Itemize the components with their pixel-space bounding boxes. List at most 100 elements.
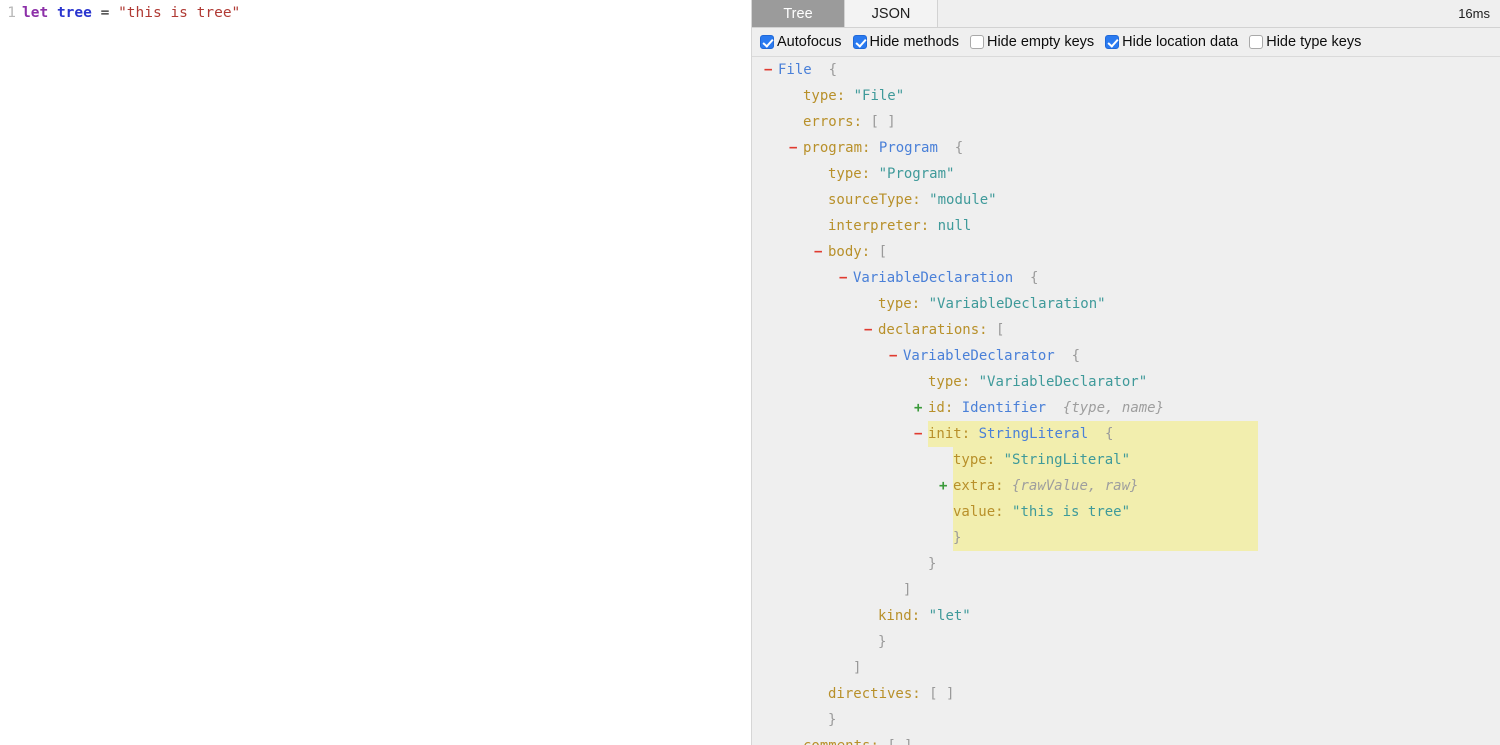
ast-tree-row[interactable]: type: "File" bbox=[752, 83, 1500, 109]
ast-key: body bbox=[828, 244, 862, 260]
code-editor-empty-area[interactable] bbox=[0, 26, 751, 745]
ast-value: "StringLiteral" bbox=[1003, 452, 1131, 468]
ast-node-type: StringLiteral bbox=[978, 426, 1089, 442]
ast-row-content[interactable]: interpreter: null bbox=[814, 213, 971, 239]
collapse-toggle-icon[interactable]: − bbox=[864, 317, 878, 343]
ast-row-content[interactable]: type: "VariableDeclaration" bbox=[864, 291, 1106, 317]
code-line-content[interactable]: let tree = "this is tree" bbox=[22, 0, 751, 26]
ast-tree-row[interactable]: + id: Identifier {type, name} bbox=[752, 395, 1500, 421]
ast-tree-row[interactable]: − body: [ bbox=[752, 239, 1500, 265]
ast-key-colon: : bbox=[961, 426, 971, 442]
ast-row-content[interactable]: − declarations: [ bbox=[864, 317, 1004, 343]
ast-row-content[interactable]: + id: Identifier {type, name} bbox=[914, 395, 1164, 421]
code-editor-pane[interactable]: 1 let tree = "this is tree" bbox=[0, 0, 752, 745]
ast-row-content[interactable]: } bbox=[914, 551, 936, 577]
collapse-toggle-icon[interactable]: − bbox=[839, 265, 853, 291]
option-hide-empty-keys[interactable]: Hide empty keys bbox=[969, 34, 1094, 50]
collapse-toggle-icon[interactable]: − bbox=[764, 57, 778, 83]
checkbox-hide-empty-keys-unchecked-icon[interactable] bbox=[969, 35, 984, 49]
line-number: 1 bbox=[7, 5, 16, 21]
ast-tree-row[interactable]: type: "VariableDeclarator" bbox=[752, 369, 1500, 395]
ast-key-colon: : bbox=[986, 452, 996, 468]
ast-tree-row[interactable]: − declarations: [ bbox=[752, 317, 1500, 343]
ast-row-content[interactable]: ] bbox=[889, 577, 911, 603]
option-hide-methods[interactable]: Hide methods bbox=[852, 34, 959, 50]
checkbox-hide-type-keys-unchecked-icon[interactable] bbox=[1249, 35, 1264, 49]
ast-tree-row[interactable]: comments: [ ] bbox=[752, 733, 1500, 745]
collapse-toggle-icon[interactable]: − bbox=[814, 239, 828, 265]
expand-toggle-icon[interactable]: + bbox=[939, 473, 953, 499]
ast-row-content[interactable]: type: "VariableDeclarator" bbox=[914, 369, 1147, 395]
ast-bracket: [ ] bbox=[887, 738, 912, 745]
ast-bracket: { bbox=[1030, 270, 1039, 286]
ast-tree-row[interactable]: directives: [ ] bbox=[752, 681, 1500, 707]
ast-tree-row[interactable]: − File { bbox=[752, 57, 1500, 83]
tab-json[interactable]: JSON bbox=[845, 0, 938, 27]
ast-value: "File" bbox=[853, 88, 905, 104]
ast-row-content[interactable]: type: "File" bbox=[789, 83, 904, 109]
ast-row-content[interactable]: comments: [ ] bbox=[789, 733, 913, 745]
ast-row-content[interactable]: kind: "let" bbox=[864, 603, 971, 629]
ast-row-content[interactable]: directives: [ ] bbox=[814, 681, 954, 707]
ast-row-content[interactable]: } bbox=[939, 525, 961, 551]
tab-tree[interactable]: Tree bbox=[752, 0, 845, 27]
ast-row-content[interactable]: errors: [ ] bbox=[789, 109, 896, 135]
ast-row-content[interactable]: − body: [ bbox=[814, 239, 887, 265]
collapse-toggle-icon[interactable]: − bbox=[889, 343, 903, 369]
ast-tree-row[interactable]: − VariableDeclaration { bbox=[752, 265, 1500, 291]
option-hide-location-data[interactable]: Hide location data bbox=[1105, 34, 1238, 50]
ast-key-colon: : bbox=[979, 322, 988, 338]
checkbox-autofocus-checked-icon[interactable] bbox=[760, 35, 774, 49]
ast-tree-row[interactable]: − program: Program { bbox=[752, 135, 1500, 161]
ast-row-content[interactable]: sourceType: "module" bbox=[814, 187, 997, 213]
code-editor-lines[interactable]: 1 let tree = "this is tree" bbox=[0, 0, 751, 26]
collapse-toggle-icon[interactable]: − bbox=[789, 135, 803, 161]
ast-bracket: [ ] bbox=[929, 686, 955, 702]
ast-tree-row[interactable]: value: "this is tree" bbox=[752, 499, 1500, 525]
ast-tree-row[interactable]: − init: StringLiteral { bbox=[752, 421, 1500, 447]
ast-row-content[interactable]: − VariableDeclarator { bbox=[889, 343, 1080, 369]
checkbox-hide-location-data-checked-icon[interactable] bbox=[1105, 35, 1120, 49]
ast-key-colon: : bbox=[862, 140, 871, 156]
ast-row-content[interactable]: ] bbox=[839, 655, 861, 681]
option-hide-type-keys[interactable]: Hide type keys bbox=[1249, 34, 1361, 50]
ast-tree-row[interactable]: } bbox=[752, 629, 1500, 655]
ast-tree-row[interactable]: interpreter: null bbox=[752, 213, 1500, 239]
option-autofocus[interactable]: Autofocus bbox=[760, 34, 842, 50]
ast-tree-row[interactable]: } bbox=[752, 707, 1500, 733]
ast-tree-row[interactable]: type: "Program" bbox=[752, 161, 1500, 187]
ast-row-content[interactable]: + extra: {rawValue, raw} bbox=[939, 473, 1138, 499]
checkbox-hide-methods-checked-icon[interactable] bbox=[852, 35, 867, 49]
ast-row-content[interactable]: − init: StringLiteral { bbox=[914, 421, 1113, 447]
ast-key: type bbox=[828, 166, 862, 182]
ast-row-content[interactable]: type: "StringLiteral" bbox=[939, 447, 1130, 473]
ast-tree-row[interactable]: kind: "let" bbox=[752, 603, 1500, 629]
ast-row-content[interactable]: value: "this is tree" bbox=[939, 499, 1130, 525]
ast-tree-view[interactable]: − File { type: "File" errors: [ ] − program… bbox=[752, 57, 1500, 745]
ast-tree-row[interactable]: + extra: {rawValue, raw} bbox=[752, 473, 1500, 499]
ast-tree-row[interactable]: ] bbox=[752, 655, 1500, 681]
ast-row-content[interactable]: − VariableDeclaration { bbox=[839, 265, 1038, 291]
ast-row-content[interactable]: } bbox=[814, 707, 836, 733]
ast-tree-row[interactable]: sourceType: "module" bbox=[752, 187, 1500, 213]
toggle-placeholder-icon bbox=[789, 733, 803, 745]
ast-tree-row[interactable]: } bbox=[752, 551, 1500, 577]
ast-row-content[interactable]: − File { bbox=[764, 57, 837, 83]
ast-key-colon: : bbox=[870, 738, 878, 745]
ast-key-colon: : bbox=[861, 166, 871, 182]
ast-tree-row[interactable]: errors: [ ] bbox=[752, 109, 1500, 135]
expand-toggle-icon[interactable]: + bbox=[914, 395, 928, 421]
ast-row-content[interactable]: − program: Program { bbox=[789, 135, 963, 161]
ast-tree-row[interactable]: − VariableDeclarator { bbox=[752, 343, 1500, 369]
ast-row-content[interactable]: } bbox=[864, 629, 886, 655]
ast-row-content[interactable]: type: "Program" bbox=[814, 161, 954, 187]
ast-bracket: [ bbox=[878, 244, 888, 260]
ast-tree-row[interactable]: type: "VariableDeclaration" bbox=[752, 291, 1500, 317]
ast-tree-row[interactable]: ] bbox=[752, 577, 1500, 603]
ast-tree-row[interactable]: type: "StringLiteral" bbox=[752, 447, 1500, 473]
ast-tree-row[interactable]: } bbox=[752, 525, 1500, 551]
code-line[interactable]: 1 let tree = "this is tree" bbox=[0, 0, 751, 26]
collapse-toggle-icon[interactable]: − bbox=[914, 421, 928, 447]
